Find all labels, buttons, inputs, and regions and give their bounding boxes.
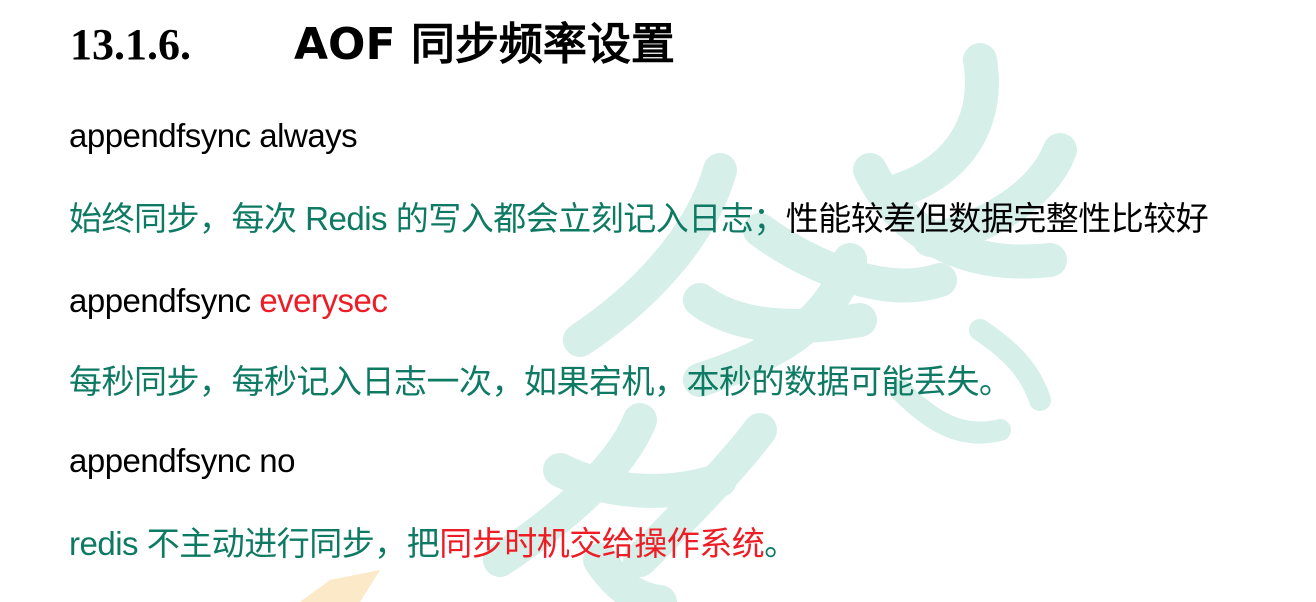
always-description: 始终同步，每次 Redis 的写入都会立刻记入日志；性能较差但数据完整性比较好 <box>69 199 1209 239</box>
section-number: 13.1.6. <box>70 20 191 69</box>
section-heading: 13.1.6. AOF 同步频率设置 <box>70 8 675 70</box>
config-line-always: appendfsync always <box>69 117 358 154</box>
always-description-black: 性能较差但数据完整性比较好 <box>785 200 1209 237</box>
config-line-everysec: appendfsync everysec <box>69 281 388 321</box>
document-page: 13.1.6. AOF 同步频率设置 appendfsync always 始终… <box>0 0 1316 602</box>
no-description-green: redis 不主动进行同步，把 <box>69 525 440 562</box>
everysec-description: 每秒同步，每秒记入日志一次，如果宕机，本秒的数据可能丢失。 <box>69 363 1012 400</box>
section-title: AOF 同步频率设置 <box>294 19 675 70</box>
config-value-everysec: everysec <box>259 282 388 319</box>
no-description-end: 。 <box>764 525 797 562</box>
no-description: redis 不主动进行同步，把同步时机交给操作系统。 <box>69 524 797 564</box>
config-line-no: appendfsync no <box>69 442 296 479</box>
always-description-green: 始终同步，每次 Redis 的写入都会立刻记入日志； <box>69 200 786 237</box>
no-description-red: 同步时机交给操作系统 <box>439 525 765 562</box>
config-keyword-everysec: appendfsync <box>69 282 260 319</box>
